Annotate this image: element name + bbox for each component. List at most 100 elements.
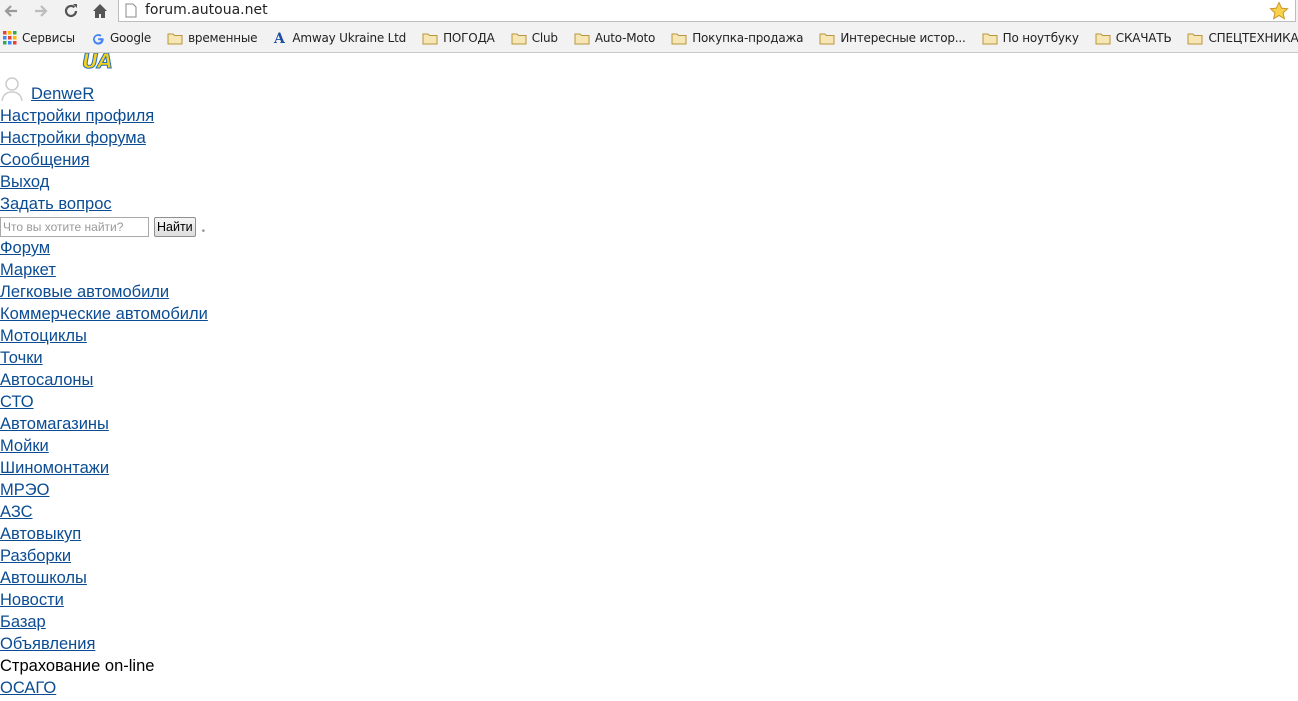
- home-icon: [93, 4, 107, 18]
- nav-link-базар[interactable]: Базар: [0, 613, 46, 631]
- folder-icon: [982, 32, 1003, 45]
- nav-item: СТО: [0, 391, 208, 413]
- svg-text:UA: UA: [82, 53, 113, 70]
- bookmark-label: По ноутбуку: [1002, 31, 1079, 45]
- bookmark-временные[interactable]: временные: [164, 31, 258, 45]
- bookmark-label: Покупка-продажа: [692, 31, 804, 45]
- nav-link-маркет[interactable]: Маркет: [0, 261, 56, 279]
- nav-link-объявления[interactable]: Объявления: [0, 635, 95, 653]
- amway-icon: A: [273, 31, 292, 45]
- insurance-link-осаго[interactable]: ОСАГО: [0, 679, 56, 697]
- address-bar[interactable]: forum.autoua.net: [118, 0, 1296, 22]
- page-icon: [125, 3, 137, 18]
- user-menu-link-настройки-форума[interactable]: Настройки форума: [0, 129, 146, 147]
- nav-item: Коммерческие автомобили: [0, 303, 208, 325]
- bookmark-label: Google: [109, 31, 152, 45]
- nav-link-мотоциклы[interactable]: Мотоциклы: [0, 327, 87, 345]
- user-menu-item: Задать вопрос: [0, 193, 154, 215]
- nav-item: Маркет: [0, 259, 208, 281]
- bookmark-погода[interactable]: ПОГОДА: [419, 31, 495, 45]
- nav-link-азс[interactable]: АЗС: [0, 503, 33, 521]
- folder-icon: [819, 32, 840, 45]
- nav-link-автомагазины[interactable]: Автомагазины: [0, 415, 109, 433]
- nav-link-коммерческие-автомобили[interactable]: Коммерческие автомобили: [0, 305, 208, 323]
- bookmark-google[interactable]: Google: [88, 31, 151, 45]
- user-menu-link-задать-вопрос[interactable]: Задать вопрос: [0, 195, 112, 213]
- bookmark-сервисы[interactable]: Сервисы: [0, 31, 75, 45]
- nav-link-шиномонтажи[interactable]: Шиномонтажи: [0, 459, 109, 477]
- nav-item: Легковые автомобили: [0, 281, 208, 303]
- reload-button[interactable]: [60, 1, 82, 21]
- bookmark-label: ПОГОДА: [443, 31, 495, 45]
- user-menu-item: Настройки форума: [0, 127, 154, 149]
- user-menu-item: Настройки профиля: [0, 105, 154, 127]
- nav-item: Точки: [0, 347, 208, 369]
- bookmark-интересные-истор[interactable]: Интересные истор...: [816, 31, 966, 45]
- folder-icon: [574, 32, 595, 45]
- nav-link-автовыкуп[interactable]: Автовыкуп: [0, 525, 81, 543]
- insurance-heading: Страхование on-line: [0, 657, 155, 675]
- nav-link-форум[interactable]: Форум: [0, 239, 50, 257]
- user-menu-item: Сообщения: [0, 149, 154, 171]
- url-text: forum.autoua.net: [145, 2, 268, 18]
- bookmark-по-ноутбуку[interactable]: По ноутбуку: [979, 31, 1079, 45]
- username-link[interactable]: DenweR: [31, 85, 94, 104]
- bookmark-скачать[interactable]: СКАЧАТЬ: [1092, 31, 1172, 45]
- folder-icon: [1187, 32, 1208, 45]
- avatar[interactable]: [0, 75, 26, 101]
- bookmark-покупка-продажа[interactable]: Покупка-продажа: [668, 31, 804, 45]
- home-button[interactable]: [89, 1, 111, 21]
- nav-item: АЗС: [0, 501, 208, 523]
- nav-link-мрэо[interactable]: МРЭО: [0, 481, 49, 499]
- nav-link-автошколы[interactable]: Автошколы: [0, 569, 87, 587]
- bookmark-label: временные: [188, 31, 258, 45]
- bookmark-club[interactable]: Club: [508, 31, 558, 45]
- nav-link-точки[interactable]: Точки: [0, 349, 43, 367]
- bookmark-amway-ukraine-ltd[interactable]: A Amway Ukraine Ltd: [270, 31, 406, 45]
- bookmark-label: СКАЧАТЬ: [1115, 31, 1172, 45]
- user-menu-link-сообщения[interactable]: Сообщения: [0, 151, 90, 169]
- nav-item: Автосалоны: [0, 369, 208, 391]
- bookmark-label: Интересные истор...: [840, 31, 966, 45]
- insurance-item: ОСАГО: [0, 677, 154, 699]
- search-button[interactable]: Найти: [154, 217, 196, 237]
- bookmark-label: Auto-Moto: [594, 31, 656, 45]
- bookmark-star-icon[interactable]: [1269, 1, 1289, 21]
- bookmark-label: Amway Ukraine Ltd: [292, 31, 407, 45]
- nav-link-разборки[interactable]: Разборки: [0, 547, 71, 565]
- bookmark-label: Сервисы: [22, 31, 75, 45]
- bookmark-label: СПЕЦТЕХНИКА: [1208, 31, 1298, 45]
- nav-item: Объявления: [0, 633, 208, 655]
- browser-toolbar: forum.autoua.net Сервисы Google временные A…: [0, 0, 1298, 53]
- bookmarks-bar: Сервисы Google временные A Amway Ukraine Ltd…: [0, 25, 1298, 51]
- nav-link-мойки[interactable]: Мойки: [0, 437, 49, 455]
- search-form: Найти •: [0, 216, 205, 238]
- apps-grid-icon: [3, 31, 22, 45]
- nav-item: Базар: [0, 611, 208, 633]
- nav-link-автосалоны[interactable]: Автосалоны: [0, 371, 93, 389]
- main-nav: Форум Маркет Легковые автомобили Коммерческ…: [0, 237, 208, 655]
- forward-button[interactable]: [30, 1, 52, 21]
- insurance-section: Страхование on-line ОСАГО: [0, 655, 154, 699]
- back-button[interactable]: [0, 1, 22, 21]
- folder-icon: [167, 32, 188, 45]
- folder-icon: [1095, 32, 1116, 45]
- nav-link-легковые-автомобили[interactable]: Легковые автомобили: [0, 283, 169, 301]
- nav-item: Автовыкуп: [0, 523, 208, 545]
- autoua-logo[interactable]: UA: [82, 53, 130, 70]
- folder-icon: [511, 32, 532, 45]
- svg-text:A: A: [273, 31, 286, 45]
- user-menu: Настройки профиля Настройки форума Сообщен…: [0, 105, 154, 215]
- search-input[interactable]: [0, 217, 149, 237]
- user-menu-link-выход[interactable]: Выход: [0, 173, 49, 191]
- bookmark-auto-moto[interactable]: Auto-Moto: [571, 31, 655, 45]
- nav-item: Шиномонтажи: [0, 457, 208, 479]
- nav-link-новости[interactable]: Новости: [0, 591, 64, 609]
- user-menu-link-настройки-профиля[interactable]: Настройки профиля: [0, 107, 154, 125]
- folder-icon: [671, 32, 692, 45]
- nav-item: Мойки: [0, 435, 208, 457]
- google-icon: [91, 31, 110, 45]
- nav-link-сто[interactable]: СТО: [0, 393, 34, 411]
- nav-item: Форум: [0, 237, 208, 259]
- bookmark-спецтехника[interactable]: СПЕЦТЕХНИКА: [1184, 31, 1298, 45]
